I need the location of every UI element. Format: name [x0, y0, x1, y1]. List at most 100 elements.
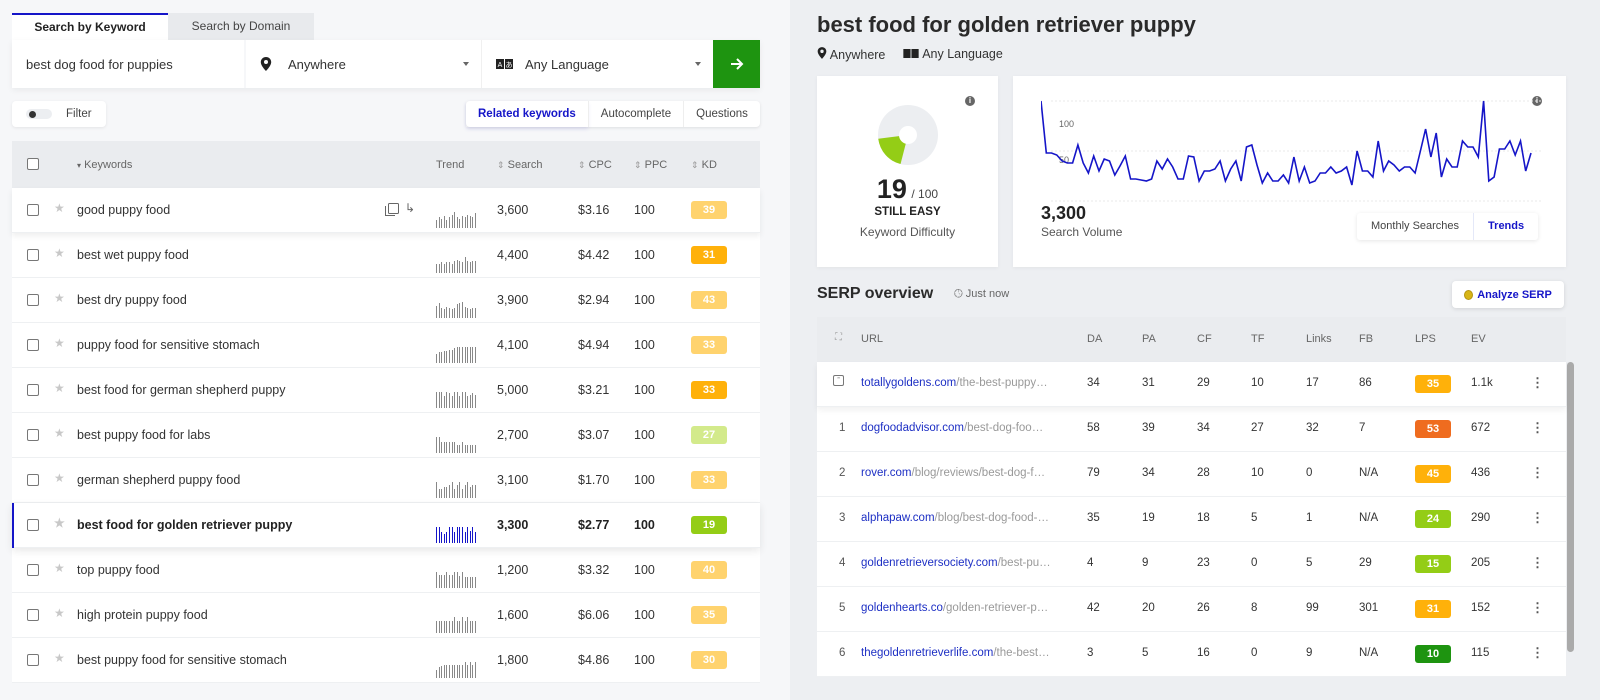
star-icon[interactable]: ★ — [54, 201, 65, 215]
keyword-row[interactable]: ★ best wet puppy food 4,400 $4.42 100 31 — [12, 233, 760, 278]
keyword-row[interactable]: ★ best food for golden retriever puppy 3,3… — [12, 503, 760, 548]
keyword-text[interactable]: german shepherd puppy food — [77, 473, 240, 487]
serp-url[interactable]: alphapaw.com/blog/best-dog-food-… — [861, 512, 1049, 524]
row-checkbox[interactable] — [27, 294, 39, 306]
serp-url[interactable]: goldenhearts.co/golden-retriever-p… — [861, 602, 1048, 614]
keyword-text[interactable]: best dry puppy food — [77, 293, 187, 307]
more-options-icon[interactable]: ⋮ — [1531, 420, 1544, 436]
row-checkbox[interactable] — [27, 204, 39, 216]
tab-search-by-domain[interactable]: Search by Domain — [168, 13, 314, 40]
more-options-icon[interactable]: ⋮ — [1531, 645, 1544, 661]
row-checkbox[interactable] — [27, 609, 39, 621]
copy-icon[interactable] — [385, 203, 399, 216]
trend-bar — [443, 664, 445, 678]
star-icon[interactable]: ★ — [54, 336, 65, 350]
tab-related-keywords[interactable]: Related keywords — [466, 101, 588, 127]
column-keywords[interactable]: ▾ Keywords — [77, 159, 132, 171]
keyword-text[interactable]: best food for golden retriever puppy — [77, 518, 292, 532]
star-icon[interactable]: ★ — [54, 426, 65, 440]
star-icon[interactable]: ★ — [54, 291, 65, 305]
select-all-checkbox[interactable] — [27, 158, 39, 170]
star-icon[interactable]: ★ — [54, 471, 65, 485]
keyword-input[interactable] — [12, 40, 244, 88]
trend-bar — [467, 214, 469, 228]
serp-url[interactable]: rover.com/blog/reviews/best-dog-f… — [861, 467, 1045, 479]
star-icon[interactable]: ★ — [54, 381, 65, 395]
row-checkbox[interactable] — [27, 339, 39, 351]
keyword-row[interactable]: ★ best dry puppy food 3,900 $2.94 100 43 — [12, 278, 760, 323]
keyword-row[interactable]: ★ german shepherd puppy food 3,100 $1.70 100… — [12, 458, 760, 503]
keyword-row[interactable]: ★ top puppy food 1,200 $3.32 100 40 — [12, 548, 760, 593]
serp-url[interactable]: dogfoodadvisor.com/best-dog-foo… — [861, 422, 1043, 434]
serp-url[interactable]: totallygoldens.com/the-best-puppy… — [861, 377, 1048, 389]
keyword-text[interactable]: best puppy food for sensitive stomach — [77, 653, 287, 667]
more-options-icon[interactable]: ⋮ — [1531, 510, 1544, 526]
more-options-icon[interactable]: ⋮ — [1531, 600, 1544, 616]
row-checkbox[interactable] — [27, 384, 39, 396]
column-ppc[interactable]: ⇕ PPC — [634, 159, 667, 171]
keyword-row[interactable]: ★ best food for german shepherd puppy 5,00… — [12, 368, 760, 413]
trend-bar — [441, 532, 443, 543]
keyword-text[interactable]: best wet puppy food — [77, 248, 189, 262]
info-icon[interactable]: i — [965, 96, 975, 106]
trend-bar — [459, 396, 461, 408]
location-select[interactable]: Anywhere — [246, 40, 481, 88]
keyword-row[interactable]: ★ puppy food for sensitive stomach 4,100 $4… — [12, 323, 760, 368]
keyword-text[interactable]: good puppy food — [77, 203, 170, 217]
star-icon[interactable]: ★ — [54, 246, 65, 260]
keyword-row[interactable]: ★ good puppy food ↳ 3,600 $3.16 100 39 — [12, 188, 760, 233]
trend-bar — [441, 488, 443, 498]
serp-table-scrollbar[interactable] — [1567, 362, 1574, 652]
chevron-down-icon — [463, 62, 469, 66]
keyword-text[interactable]: high protein puppy food — [77, 608, 208, 622]
tab-questions[interactable]: Questions — [683, 101, 760, 127]
row-checkbox[interactable] — [27, 654, 39, 666]
trend-sparkline — [436, 527, 476, 543]
keyword-text[interactable]: top puppy food — [77, 563, 160, 577]
row-checkbox[interactable] — [27, 519, 39, 531]
toggle-switch[interactable] — [26, 109, 52, 119]
keyword-row[interactable]: ★ best puppy food for sensitive stomach 1,… — [12, 638, 760, 683]
more-options-icon[interactable]: ⋮ — [1531, 555, 1544, 571]
trend-bar — [448, 484, 451, 498]
search-submit-button[interactable] — [713, 40, 760, 88]
row-checkbox[interactable] — [27, 564, 39, 576]
tab-autocomplete[interactable]: Autocomplete — [587, 101, 683, 127]
tab-trends[interactable]: Trends — [1473, 213, 1538, 240]
search-volume: 3,600 — [497, 203, 529, 217]
analyze-serp-button[interactable]: Analyze SERP — [1452, 281, 1564, 308]
trend-bar — [446, 487, 448, 498]
language-select[interactable]: Aあ Any Language — [481, 40, 713, 88]
more-options-icon[interactable]: ⋮ — [1531, 465, 1544, 481]
keyword-row[interactable]: ★ best puppy food for labs 2,700 $3.07 100 27 — [12, 413, 760, 458]
star-icon[interactable]: ★ — [54, 516, 65, 530]
trend-sparkline — [436, 302, 476, 318]
more-options-icon[interactable]: ⋮ — [1531, 375, 1544, 391]
column-kd[interactable]: ⇕ KD — [691, 159, 717, 171]
row-checkbox[interactable] — [27, 249, 39, 261]
keyword-row[interactable]: ★ high protein puppy food 1,600 $6.06 100 35 — [12, 593, 760, 638]
expand-icon[interactable]: ⛶ — [835, 332, 842, 343]
keyword-text[interactable]: puppy food for sensitive stomach — [77, 338, 260, 352]
star-icon[interactable]: ★ — [54, 651, 65, 665]
trend-bar — [446, 220, 448, 228]
keyword-text[interactable]: best puppy food for labs — [77, 428, 210, 442]
serp-url[interactable]: thegoldenretrieverlife.com/the-best… — [861, 647, 1050, 659]
column-search[interactable]: ⇕ Search — [497, 159, 542, 171]
row-checkbox[interactable] — [27, 429, 39, 441]
serp-rank: 2 — [839, 467, 846, 479]
serp-path: /blog/reviews/best-dog-f… — [911, 467, 1046, 479]
tab-search-by-keyword[interactable]: Search by Keyword — [12, 13, 168, 40]
keyword-text[interactable]: best food for german shepherd puppy — [77, 383, 285, 397]
trend-bar — [467, 617, 469, 633]
column-cpc[interactable]: ⇕ CPC — [578, 159, 612, 171]
cpc-value: $3.07 — [578, 428, 610, 442]
trend-bar — [469, 262, 471, 273]
serp-url[interactable]: goldenretrieversociety.com/best-pu… — [861, 557, 1051, 569]
filter-toggle[interactable]: Filter — [12, 101, 106, 127]
tab-monthly-searches[interactable]: Monthly Searches — [1357, 213, 1473, 240]
redirect-arrow-icon[interactable]: ↳ — [405, 201, 415, 215]
star-icon[interactable]: ★ — [54, 561, 65, 575]
row-checkbox[interactable] — [27, 474, 39, 486]
star-icon[interactable]: ★ — [54, 606, 65, 620]
